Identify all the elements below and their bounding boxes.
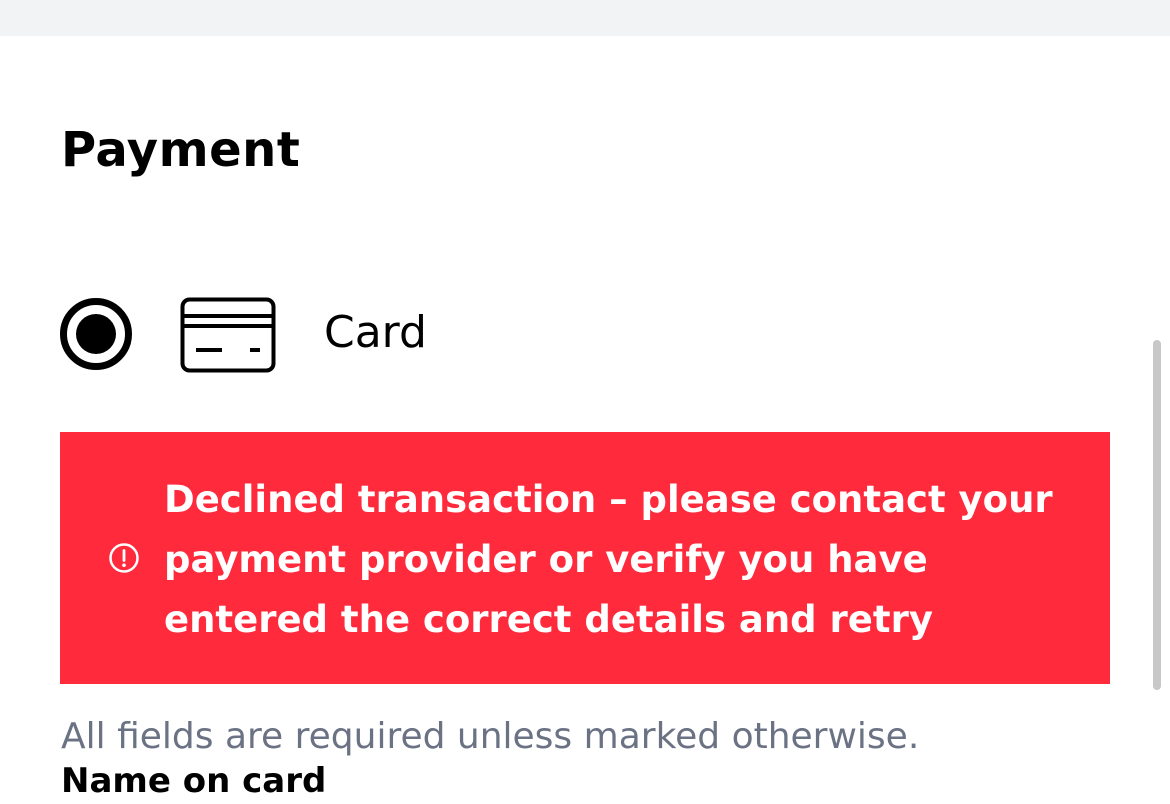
scrollbar[interactable] bbox=[1153, 340, 1161, 690]
radio-dot bbox=[76, 314, 116, 354]
required-fields-note: All fields are required unless marked ot… bbox=[61, 716, 920, 757]
credit-card-icon bbox=[180, 297, 276, 373]
page-title: Payment bbox=[61, 122, 301, 178]
payment-method-option-card[interactable]: Card bbox=[60, 294, 660, 374]
alert-circle-icon bbox=[109, 543, 139, 573]
name-on-card-label: Name on card bbox=[61, 761, 327, 801]
error-message: Declined transaction – please contact yo… bbox=[164, 478, 1053, 641]
top-bar bbox=[0, 0, 1170, 36]
payment-method-label[interactable]: Card bbox=[324, 304, 427, 362]
radio-selected-icon[interactable] bbox=[60, 298, 132, 370]
error-banner: Declined transaction – please contact yo… bbox=[60, 432, 1110, 684]
